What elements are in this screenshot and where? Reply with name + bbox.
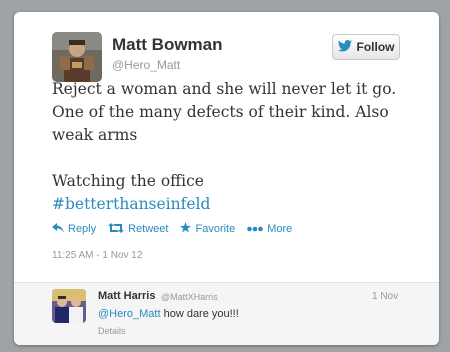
retweet-button[interactable]: Retweet	[108, 222, 168, 236]
reply-details-link[interactable]: Details	[98, 326, 126, 336]
author-handle[interactable]: @Hero_Matt	[112, 58, 180, 72]
reply-date[interactable]: 1 Nov	[372, 291, 398, 302]
author-name[interactable]: Matt Bowman	[112, 35, 223, 55]
tweet-text-line: One of the many defects of their kind. A…	[52, 103, 389, 121]
author-avatar[interactable]	[52, 32, 102, 82]
favorite-label: Favorite	[195, 223, 236, 235]
follow-label: Follow	[356, 40, 395, 54]
follow-button[interactable]: Follow	[332, 34, 400, 60]
retweet-icon	[108, 222, 125, 236]
tweet-text-line: Watching the office	[52, 172, 204, 190]
reply-label: Reply	[68, 223, 97, 235]
tweet-timestamp[interactable]: 11:25 AM - 1 Nov 12	[52, 250, 142, 261]
reply-text-body: how dare you!!!	[160, 308, 239, 320]
reply-tweet: Matt Harris @MattXHarris 1 Nov @Hero_Mat…	[14, 282, 439, 345]
reply-author-name[interactable]: Matt Harris	[98, 290, 155, 302]
tweet-text: Reject a woman and she will never let it…	[52, 78, 412, 216]
twitter-bird-icon	[337, 39, 352, 55]
reply-author-handle[interactable]: @MattXHarris	[161, 292, 218, 302]
reply-arrow-icon	[52, 222, 64, 236]
reply-text: @Hero_Matt how dare you!!!	[98, 308, 239, 320]
more-button[interactable]: More	[247, 222, 292, 236]
more-label: More	[267, 223, 293, 235]
tweet-text-line: weak arms	[52, 126, 138, 144]
reply-author-avatar[interactable]	[52, 289, 86, 323]
dots-icon	[247, 223, 264, 235]
tweet-actions: Reply Retweet Favorite More	[52, 222, 292, 236]
hashtag-link[interactable]: #betterthanseinfeld	[52, 193, 412, 216]
tweet-text-line: Reject a woman and she will never let it…	[52, 80, 397, 98]
star-icon	[180, 222, 192, 236]
favorite-button[interactable]: Favorite	[180, 222, 235, 236]
reply-mention-link[interactable]: @Hero_Matt	[98, 308, 161, 320]
tweet-text-spacer	[52, 147, 412, 170]
reply-button[interactable]: Reply	[52, 222, 96, 236]
retweet-label: Retweet	[128, 223, 169, 235]
tweet-card: Matt Bowman @Hero_Matt Follow Reject a w…	[14, 12, 439, 345]
